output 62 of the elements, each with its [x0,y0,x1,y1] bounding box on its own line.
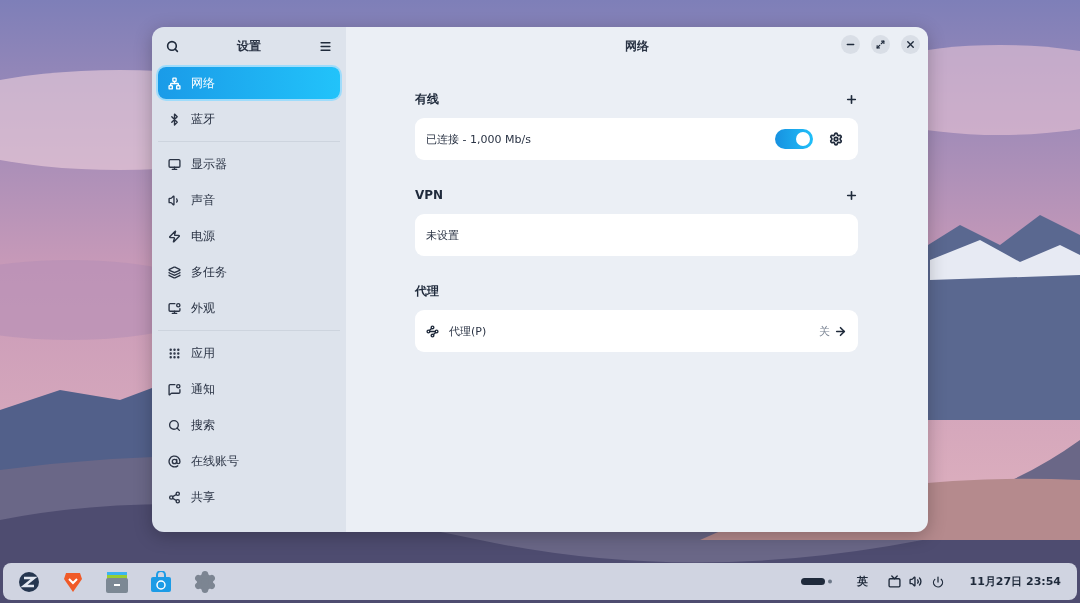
arrow-icon [834,324,847,338]
sidebar-item[interactable]: 电源 [158,220,340,252]
input-method[interactable]: 英 [856,574,868,589]
row-label: 未设置 [426,227,460,243]
maximize-icon [876,40,885,49]
menu-button[interactable] [319,39,332,53]
sidebar-item[interactable]: 外观 [158,292,340,324]
speaker-icon [168,193,181,207]
sidebar-item[interactable]: 多任务 [158,256,340,288]
shopping-bag-icon [150,570,172,593]
sidebar-item[interactable]: 应用 [158,337,340,369]
gear-icon [193,569,217,594]
sidebar-item[interactable]: 共享 [158,481,340,513]
grid-icon [168,346,181,360]
sidebar-item[interactable]: 通知 [158,373,340,405]
proxy-row[interactable]: 代理(P) 关 [415,310,858,352]
plus-icon [845,188,858,202]
plus-icon [845,92,858,106]
sidebar-title: 设置 [237,37,261,55]
gear-icon [829,132,843,146]
workspace-indicator[interactable] [800,577,833,586]
add-button[interactable] [845,92,858,106]
section-title: VPN [415,188,444,202]
display-icon [168,157,181,171]
clock[interactable]: 11月27日 23:54 [969,574,1061,589]
close-icon [905,39,916,50]
maximize-button[interactable] [871,35,890,54]
network-icon [168,76,181,90]
close-button[interactable] [901,35,920,54]
section-title: 代理 [415,282,439,300]
launcher-logo [18,570,40,593]
volume-icon[interactable] [908,575,922,588]
monitor-icon [168,301,181,315]
shield-icon [63,570,83,593]
row-label: 代理(P) [449,323,488,339]
screen-icon[interactable] [887,575,901,588]
sidebar-item[interactable]: 在线账号 [158,445,340,477]
power-icon[interactable] [931,575,944,588]
lightning-icon [168,229,181,243]
row-value: 关 [819,323,830,339]
section-title: 有线 [415,90,439,108]
search-button[interactable] [166,39,179,53]
share-icon [168,490,181,504]
toggle-switch[interactable] [775,129,813,149]
windows-icon [168,265,181,279]
window-title: 网络 [625,37,649,55]
sidebar-item[interactable]: 显示器 [158,148,340,180]
notification-icon [168,382,181,396]
add-button[interactable] [845,188,858,202]
connection-status: 已连接 - 1,000 Mb/s [426,131,532,147]
file-cabinet-icon [105,570,129,593]
menu-icon [319,39,332,53]
settings-button[interactable] [829,132,843,146]
bluetooth-icon [168,112,181,126]
search-icon [168,418,181,432]
sidebar-item[interactable]: 搜索 [158,409,340,441]
search-icon [166,39,179,53]
sidebar-item[interactable]: 声音 [158,184,340,216]
workspace-dots-icon [800,577,833,586]
sidebar-item[interactable]: 蓝牙 [158,103,340,135]
at-sign-icon [168,454,181,468]
proxy-icon [426,324,439,338]
